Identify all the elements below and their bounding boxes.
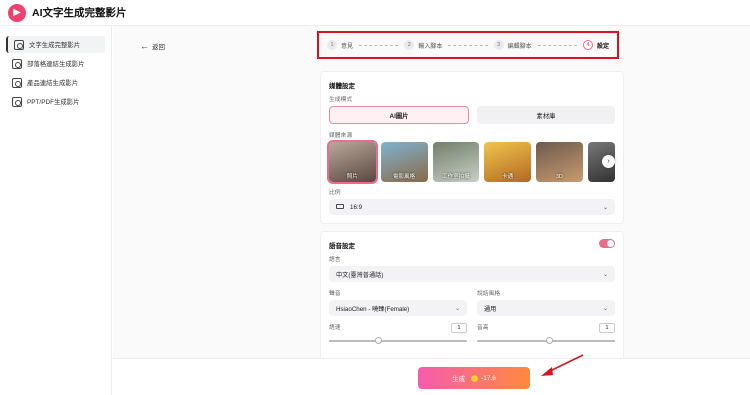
aspect-ratio-icon [336,203,344,209]
media-source-label: 照片 [346,174,358,180]
voice-toggle[interactable] [599,239,615,248]
source-label: 媒體來源 [329,133,353,139]
sidebar-item-label: 產品連結生成影片 [27,80,79,87]
link-icon [12,58,22,69]
voice-select[interactable]: HsiaoChen - 曉臻(Female) ⌄ [329,300,467,316]
media-source-label: 卡通 [502,174,514,180]
back-button[interactable]: ← 返回 [140,41,165,51]
media-source-label: 工作室拍攝 [442,174,470,180]
step-divider [537,44,577,46]
media-settings-panel: 媒體設定 生成模式 AI圖片 素材庫 媒體來源 照片 電影風格 工作室拍攝 卡通… [320,71,624,224]
back-label: 返回 [152,44,165,51]
media-source-3d[interactable]: 3D [536,142,583,182]
step-2[interactable]: 2 輸入腳本 [404,40,442,50]
mode-label: 生成模式 [329,97,353,103]
panel-title: 媒體設定 [329,83,355,90]
step-4[interactable]: 4 設定 [582,40,609,50]
generate-button[interactable]: 生成 -17.6 [418,367,530,389]
panel-title: 語音設定 [329,243,355,250]
stepper: 1 意見 2 輸入腳本 3 編輯腳本 4 設定 [317,31,619,59]
voice-label: 聲音 [329,291,341,297]
style-select[interactable]: 通用 ⌄ [477,300,615,316]
slider-thumb[interactable] [374,337,382,344]
generate-label: 生成 [452,376,466,383]
voice-settings-panel: 語音設定 語言 中文(臺灣普通話) ⌄ 聲音 HsiaoChen - 曉臻(Fe… [320,231,624,361]
step-label: 意見 [341,43,354,50]
language-select[interactable]: 中文(臺灣普通話) ⌄ [329,266,615,282]
media-source-label: 3D [555,174,563,180]
style-label: 說話風格 [477,291,501,297]
film-icon: ▶ [8,3,26,22]
step-number: 2 [404,40,415,50]
slider-thumb[interactable] [546,337,553,344]
video-icon [14,39,24,50]
media-source-label: 電影風格 [393,174,416,180]
media-source-list: 照片 電影風格 工作室拍攝 卡通 3D › [327,140,616,184]
mode-library-button[interactable]: 素材庫 [477,106,615,124]
language-label: 語言 [329,257,341,263]
cart-icon [12,77,22,88]
voice-value: HsiaoChen - 曉臻(Female) [336,305,410,313]
main-content: ← 返回 1 意見 2 輸入腳本 3 編輯腳本 4 設定 媒體設定 生成模式 A… [113,26,750,395]
ratio-label: 比例 [329,190,341,196]
bottom-bar: 生成 -17.6 [113,358,750,395]
speed-input[interactable]: 1 [451,323,467,333]
sidebar-item-label: 文字生成完整影片 [29,42,81,49]
sidebar-item-blog-to-video[interactable]: 部落格連結生成影片 [6,55,105,72]
chevron-down-icon: ⌄ [602,305,608,312]
slides-icon [12,96,22,107]
top-bar: ▶ AI文字生成完整影片 [0,0,750,26]
step-label: 編輯腳本 [507,43,532,50]
step-divider [448,44,488,46]
ratio-select[interactable]: 16:9 ⌄ [329,199,615,215]
mode-ai-image-button[interactable]: AI圖片 [329,106,469,124]
speed-slider[interactable] [329,337,467,344]
app-title: AI文字生成完整影片 [32,7,127,19]
step-number: 4 [582,40,593,50]
sidebar-item-label: PPT/PDF生成影片 [27,99,80,106]
step-1[interactable]: 1 意見 [327,40,353,50]
volume-label: 音高 [477,325,489,331]
step-number: 1 [327,40,337,50]
chevron-right-icon[interactable]: › [602,155,615,168]
speed-label: 語速 [329,325,341,331]
volume-input[interactable]: 1 [599,323,615,333]
language-value: 中文(臺灣普通話) [336,271,384,279]
coin-icon [471,374,479,382]
media-source-studio[interactable]: 工作室拍攝 [432,142,480,182]
arrow-left-icon: ← [140,41,149,51]
media-source-photo[interactable]: 照片 [327,140,378,184]
sidebar-item-product-to-video[interactable]: 產品連結生成影片 [6,74,105,91]
sidebar-item-label: 部落格連結生成影片 [27,61,85,68]
step-number: 3 [493,40,504,50]
sidebar: 文字生成完整影片 部落格連結生成影片 產品連結生成影片 PPT/PDF生成影片 [0,26,112,395]
volume-slider[interactable] [477,337,615,344]
step-3[interactable]: 3 編輯腳本 [493,40,532,50]
step-divider [359,44,399,46]
generate-cost: -17.6 [481,374,496,382]
media-source-cinematic[interactable]: 電影風格 [380,142,428,182]
style-value: 通用 [484,305,497,313]
step-label: 設定 [596,43,609,50]
chevron-down-icon: ⌄ [602,204,608,211]
sidebar-item-text-to-video[interactable]: 文字生成完整影片 [6,36,105,53]
ratio-value: 16:9 [350,203,363,211]
chevron-down-icon: ⌄ [602,271,608,278]
sidebar-item-ppt-to-video[interactable]: PPT/PDF生成影片 [6,93,105,110]
chevron-down-icon: ⌄ [454,305,460,312]
step-label: 輸入腳本 [418,43,443,50]
media-source-cartoon[interactable]: 卡通 [484,142,531,182]
